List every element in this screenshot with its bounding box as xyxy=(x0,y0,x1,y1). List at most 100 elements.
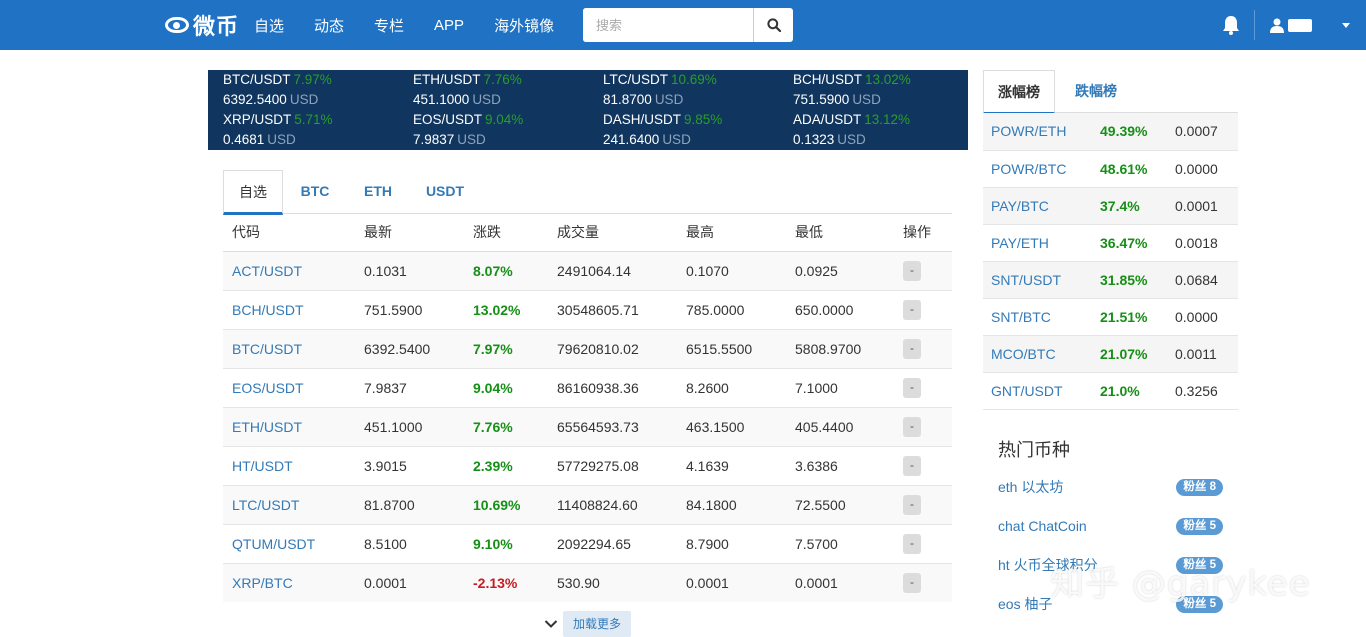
ticker-unit: USD xyxy=(457,132,486,147)
remove-button[interactable]: - xyxy=(903,494,921,515)
cell-low: 3.6386 xyxy=(786,445,894,485)
cell-high: 8.2600 xyxy=(677,367,786,407)
ticker-item[interactable]: LTC/USDT 10.69% 81.8700 USD xyxy=(603,70,793,110)
remove-button[interactable]: - xyxy=(903,260,921,281)
cell-code[interactable]: BTC/USDT xyxy=(223,328,355,368)
nav-item-app[interactable]: APP xyxy=(434,17,464,34)
ticker-item[interactable]: DASH/USDT 9.85% 241.6400 USD xyxy=(603,110,793,150)
bell-icon[interactable] xyxy=(1220,14,1242,36)
ticker-price: 7.9837 xyxy=(413,132,455,147)
load-more-button[interactable]: 加载更多 xyxy=(563,611,632,637)
ticker-pair: DASH/USDT xyxy=(603,112,682,127)
table-row: HT/USDT 3.9015 2.39% 57729275.08 4.1639 … xyxy=(223,445,952,485)
ticker-item[interactable]: XRP/USDT 5.71% 0.4681 USD xyxy=(223,110,413,150)
gainer-pair[interactable]: MCO/BTC xyxy=(983,335,1092,373)
ticker-change: 9.85% xyxy=(684,112,723,127)
ticker-item[interactable]: BCH/USDT 13.02% 751.5900 USD xyxy=(793,70,983,110)
gainer-pair[interactable]: GNT/USDT xyxy=(983,372,1092,410)
tab-btc[interactable]: BTC xyxy=(291,170,339,214)
col-header-low[interactable]: 最低 xyxy=(786,214,894,252)
ticker-item[interactable]: BTC/USDT 7.97% 6392.5400 USD xyxy=(223,70,413,110)
remove-button[interactable]: - xyxy=(903,377,921,398)
remove-button[interactable]: - xyxy=(903,533,921,554)
cell-code[interactable]: BCH/USDT xyxy=(223,289,355,329)
tab-usdt[interactable]: USDT xyxy=(419,170,471,214)
col-header-last[interactable]: 最新 xyxy=(355,214,464,252)
user-menu[interactable] xyxy=(1270,15,1312,35)
search-input[interactable] xyxy=(583,8,753,42)
table-row: PAY/BTC 37.4% 0.0001 xyxy=(983,187,1238,225)
search-button[interactable] xyxy=(753,8,793,42)
remove-button[interactable]: - xyxy=(903,416,921,437)
chevron-down-icon[interactable] xyxy=(540,614,562,634)
table-row: BCH/USDT 751.5900 13.02% 30548605.71 785… xyxy=(223,289,952,329)
cell-action: - xyxy=(894,562,952,602)
gainer-pair[interactable]: PAY/BTC xyxy=(983,187,1092,225)
gainer-change: 31.85% xyxy=(1092,261,1167,299)
username-redacted xyxy=(1288,18,1312,32)
col-header-change[interactable]: 涨跌 xyxy=(464,214,548,252)
gainer-pair[interactable]: POWR/BTC xyxy=(983,150,1092,188)
table-row: POWR/ETH 49.39% 0.0007 xyxy=(983,113,1238,151)
col-header-high[interactable]: 最高 xyxy=(677,214,786,252)
table-row: ACT/USDT 0.1031 8.07% 2491064.14 0.1070 … xyxy=(223,250,952,290)
ticker-item[interactable]: ETH/USDT 7.76% 451.1000 USD xyxy=(413,70,603,110)
col-header-code[interactable]: 代码 xyxy=(223,214,355,252)
nav-item-columns[interactable]: 专栏 xyxy=(374,15,404,36)
tab-gainers[interactable]: 涨幅榜 xyxy=(983,70,1055,114)
ticker-price: 0.1323 xyxy=(793,132,835,147)
user-icon xyxy=(1270,18,1284,33)
cell-code[interactable]: QTUM/USDT xyxy=(223,523,355,563)
ticker-item[interactable]: ADA/USDT 13.12% 0.1323 USD xyxy=(793,110,983,150)
cell-action: - xyxy=(894,445,952,485)
hot-coin-link[interactable]: chat ChatCoin xyxy=(998,518,1087,534)
remove-button[interactable]: - xyxy=(903,299,921,320)
col-header-volume[interactable]: 成交量 xyxy=(548,214,677,252)
load-more: 加载更多 xyxy=(540,611,632,637)
cell-volume: 30548605.71 xyxy=(548,289,677,329)
nav-item-mirror[interactable]: 海外镜像 xyxy=(494,15,554,36)
nav-item-feed[interactable]: 动态 xyxy=(314,15,344,36)
cell-change: 7.76% xyxy=(464,406,548,446)
tab-losers[interactable]: 跌幅榜 xyxy=(1061,70,1131,113)
gainer-pair[interactable]: SNT/BTC xyxy=(983,298,1092,336)
table-row: EOS/USDT 7.9837 9.04% 86160938.36 8.2600… xyxy=(223,367,952,407)
cell-action: - xyxy=(894,484,952,524)
remove-button[interactable]: - xyxy=(903,455,921,476)
cell-volume: 57729275.08 xyxy=(548,445,677,485)
cell-high: 785.0000 xyxy=(677,289,786,329)
gainer-change: 48.61% xyxy=(1092,150,1167,188)
cell-code[interactable]: ACT/USDT xyxy=(223,250,355,290)
gainer-pair[interactable]: SNT/USDT xyxy=(983,261,1092,299)
remove-button[interactable]: - xyxy=(903,572,921,593)
ticker-item[interactable]: EOS/USDT 9.04% 7.9837 USD xyxy=(413,110,603,150)
cell-code[interactable]: HT/USDT xyxy=(223,445,355,485)
cell-last: 6392.5400 xyxy=(355,328,464,368)
hot-coin-link[interactable]: eth 以太坊 xyxy=(998,477,1063,497)
gainer-pair[interactable]: PAY/ETH xyxy=(983,224,1092,262)
chevron-down-icon[interactable] xyxy=(1342,23,1350,28)
gainer-pair[interactable]: POWR/ETH xyxy=(983,113,1092,151)
ticker-unit: USD xyxy=(837,132,866,147)
tab-favorites[interactable]: 自选 xyxy=(223,170,283,215)
cell-code[interactable]: EOS/USDT xyxy=(223,367,355,407)
cell-change: 7.97% xyxy=(464,328,548,368)
ticker-pair: EOS/USDT xyxy=(413,112,483,127)
cell-code[interactable]: ETH/USDT xyxy=(223,406,355,446)
ticker-price: 241.6400 xyxy=(603,132,660,147)
nav-divider xyxy=(1254,10,1255,40)
nav-item-favorites[interactable]: 自选 xyxy=(254,15,284,36)
remove-button[interactable]: - xyxy=(903,338,921,359)
cell-code[interactable]: XRP/BTC xyxy=(223,562,355,602)
top-navbar: 微币 自选 动态 专栏 APP 海外镜像 xyxy=(0,0,1366,50)
cell-low: 7.1000 xyxy=(786,367,894,407)
hot-coin-item: eth 以太坊 粉丝 8 xyxy=(998,476,1223,498)
ticker-unit: USD xyxy=(267,132,296,147)
cell-code[interactable]: LTC/USDT xyxy=(223,484,355,524)
col-header-action: 操作 xyxy=(894,214,952,252)
hot-coin-link[interactable]: eos 柚子 xyxy=(998,594,1052,614)
cell-last: 7.9837 xyxy=(355,367,464,407)
brand-logo[interactable]: 微币 xyxy=(165,10,239,40)
ticker-change: 7.76% xyxy=(483,72,522,87)
tab-eth[interactable]: ETH xyxy=(354,170,402,214)
